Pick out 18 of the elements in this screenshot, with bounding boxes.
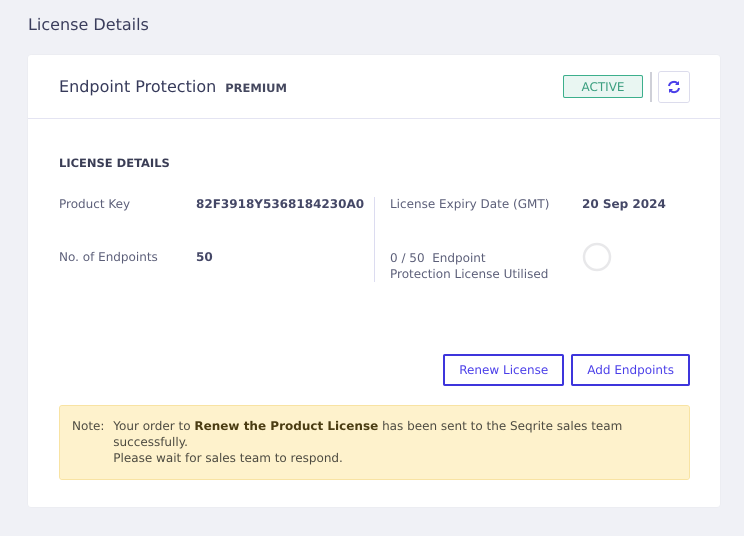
section-title: LICENSE DETAILS xyxy=(59,156,171,170)
field-label: No. of Endpoints xyxy=(59,250,159,266)
field-value: 50 xyxy=(196,250,213,266)
product-name: Endpoint Protection xyxy=(59,77,216,96)
field-value: 20 Sep 2024 xyxy=(582,197,666,213)
field-label: License Expiry Date (GMT) xyxy=(390,197,550,213)
note-label: Note: xyxy=(72,418,106,435)
refresh-button[interactable] xyxy=(658,70,690,102)
edition-label: PREMIUM xyxy=(225,81,287,95)
field-label: Product Key xyxy=(59,197,132,213)
note-message: Your order to Renew the Product License has been sent to the Seqrite sales team successfully. Please wait for sales team to respond. xyxy=(113,418,624,466)
action-button[interactable]: Renew License xyxy=(443,354,564,386)
action-button[interactable]: Add Endpoints xyxy=(571,354,690,386)
page-title: License Details xyxy=(28,14,149,36)
status-badge: ACTIVE xyxy=(563,75,643,98)
refresh-icon xyxy=(667,80,681,94)
field-value: 82F3918Y5368184230A0 xyxy=(196,197,364,213)
usage-label: 0 / 50 Endpoint Protection License Utilised xyxy=(390,250,550,282)
